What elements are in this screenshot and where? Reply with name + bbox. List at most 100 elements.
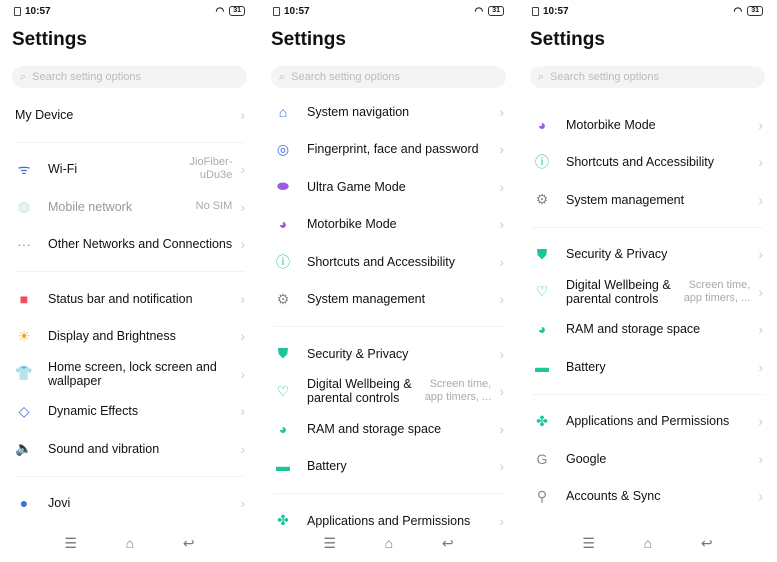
apps-icon: ✤ (536, 412, 548, 429)
wifi-status-icon: ◠ (733, 5, 743, 17)
pie-chart-icon: ◕ (278, 420, 288, 437)
settings-item-ram-and-storage-space[interactable]: ◕ RAM and storage space › (518, 311, 777, 349)
globe-icon: ◍ (17, 198, 31, 215)
item-label: Shortcuts and Accessibility (307, 254, 455, 269)
chevron-right-icon: › (499, 253, 504, 270)
settings-item-dynamic-effects[interactable]: ◇ Dynamic Effects › (0, 393, 259, 431)
diamond-icon: ◇ (18, 402, 30, 419)
item-label: RAM and storage space (566, 322, 701, 337)
status-icons: ◠ 31 (733, 6, 763, 17)
home-button[interactable]: ⌂ (126, 535, 134, 552)
settings-item-system-management[interactable]: ⚙ System management › (259, 281, 518, 319)
item-label: Other Networks and Connections (48, 237, 233, 252)
settings-item-battery[interactable]: ▬ Battery › (259, 448, 518, 486)
settings-item-shortcuts-and-accessibility[interactable]: ⓘ Shortcuts and Accessibility › (518, 144, 777, 182)
settings-item-security-privacy[interactable]: ⛊ Security & Privacy › (518, 236, 777, 274)
settings-item-system-management[interactable]: ⚙ System management › (518, 181, 777, 219)
chevron-right-icon: › (240, 365, 245, 382)
home-button[interactable]: ⌂ (644, 535, 652, 552)
settings-item-status-bar-and-notification[interactable]: ■ Status bar and notification › (0, 280, 259, 318)
settings-item-my-device[interactable]: My Device › (0, 96, 259, 134)
settings-item-ram-and-storage-space[interactable]: ◕ RAM and storage space › (259, 410, 518, 448)
settings-item-shortcuts-and-accessibility[interactable]: ⓘ Shortcuts and Accessibility › (259, 243, 518, 281)
back-button[interactable]: ↩ (701, 535, 713, 552)
battery-level: 31 (747, 6, 763, 16)
settings-item-wi-fi[interactable]: ᯤ Wi-Fi JioFiber-uDu3e › (0, 151, 259, 189)
jovi-icon: ● (19, 495, 29, 512)
chevron-right-icon: › (758, 283, 763, 300)
key-icon: ⚲ (536, 487, 548, 504)
item-value: Screen time, app timers, ... (683, 278, 751, 304)
settings-item-applications-and-permissions[interactable]: ✤ Applications and Permissions › (259, 502, 518, 540)
item-label: Dynamic Effects (48, 404, 139, 419)
chevron-right-icon: › (240, 198, 245, 215)
helmet-icon: ◕ (278, 216, 288, 233)
settings-item-battery[interactable]: ▬ Battery › (518, 348, 777, 386)
home-button[interactable]: ⌂ (385, 535, 393, 552)
settings-item-display-and-brightness[interactable]: ☀ Display and Brightness › (0, 318, 259, 356)
settings-item-other-networks-and-connections[interactable]: ··· Other Networks and Connections › (0, 226, 259, 264)
battery-icon: ▬ (276, 458, 290, 475)
menu-button[interactable]: ☰ (64, 535, 77, 552)
settings-list: ⌂ System navigation › ◎ Fingerprint, face an… (259, 93, 518, 540)
settings-screen-2: 10:57 ◠ 31 Settings ⌕ Search setting options ⌂… (259, 0, 518, 562)
settings-item-system-navigation[interactable]: ⌂ System navigation › (259, 93, 518, 131)
clock: 10:57 (543, 5, 569, 17)
item-label: Fingerprint, face and password (307, 142, 479, 157)
settings-item-accounts-sync[interactable]: ⚲ Accounts & Sync › (518, 478, 777, 516)
settings-item-mobile-network[interactable]: ◍ Mobile network No SIM › (0, 188, 259, 226)
menu-button[interactable]: ☰ (323, 535, 336, 552)
status-bar-icon: ■ (19, 290, 29, 307)
back-button[interactable]: ↩ (183, 535, 195, 552)
settings-item-applications-and-permissions[interactable]: ✤ Applications and Permissions › (518, 403, 777, 441)
item-label: Applications and Permissions (566, 414, 730, 429)
chevron-right-icon: › (758, 358, 763, 375)
sun-icon: ☀ (17, 327, 31, 344)
gear-icon: ⚙ (535, 191, 549, 208)
back-button[interactable]: ↩ (442, 535, 454, 552)
search-input[interactable]: ⌕ Search setting options (530, 66, 765, 88)
settings-item-motorbike-mode[interactable]: ◕ Motorbike Mode › (259, 206, 518, 244)
search-input[interactable]: ⌕ Search setting options (271, 66, 506, 88)
chevron-right-icon: › (499, 420, 504, 437)
item-label: Motorbike Mode (566, 117, 656, 132)
settings-item-sound-and-vibration[interactable]: 🔈 Sound and vibration › (0, 430, 259, 468)
navigation-icon: ⌂ (278, 103, 288, 120)
settings-item-security-privacy[interactable]: ⛊ Security & Privacy › (259, 335, 518, 373)
group-divider (0, 263, 259, 280)
settings-item-jovi[interactable]: ● Jovi › (0, 485, 259, 523)
navigation-bar: ☰ ⌂ ↩ (259, 535, 518, 552)
chevron-right-icon: › (240, 236, 245, 253)
chevron-right-icon: › (240, 290, 245, 307)
google-icon: G (536, 450, 548, 467)
gamepad-icon: ⬬ (277, 178, 289, 195)
helmet-icon: ◕ (537, 116, 547, 133)
settings-item-home-screen-lock-screen-and-wallpaper[interactable]: 👕 Home screen, lock screen and wallpaper › (0, 355, 259, 393)
settings-item-digital-wellbeing-parental-controls[interactable]: ♡ Digital Wellbeing & parental controls Sc… (259, 373, 518, 411)
chevron-right-icon: › (758, 321, 763, 338)
settings-item-google[interactable]: G Google › (518, 440, 777, 478)
status-icons: ◠ 31 (474, 6, 504, 17)
menu-button[interactable]: ☰ (582, 535, 595, 552)
navigation-bar: ☰ ⌂ ↩ (0, 535, 259, 552)
fingerprint-icon: ◎ (276, 140, 290, 157)
item-label: Security & Privacy (307, 346, 409, 361)
search-icon: ⌕ (20, 70, 27, 83)
settings-item-fingerprint-face-and-password[interactable]: ◎ Fingerprint, face and password › (259, 131, 518, 169)
page-title: Settings (12, 29, 87, 50)
item-label: Ultra Game Mode (307, 179, 406, 194)
search-input[interactable]: ⌕ Search setting options (12, 66, 247, 88)
chevron-right-icon: › (240, 106, 245, 123)
chevron-right-icon: › (499, 458, 504, 475)
battery-icon: ▬ (535, 358, 549, 375)
item-value: Screen time, app timers, ... (424, 378, 492, 404)
chevron-right-icon: › (240, 161, 245, 178)
settings-item-ultra-game-mode[interactable]: ⬬ Ultra Game Mode › (259, 168, 518, 206)
settings-item-digital-wellbeing-parental-controls[interactable]: ♡ Digital Wellbeing & parental controls Sc… (518, 273, 777, 311)
settings-screen-3: 10:57 ◠ 31 Settings ⌕ Search setting options ◕… (518, 0, 777, 562)
item-label: System management (307, 292, 426, 307)
group-divider (259, 485, 518, 502)
gear-icon: ⚙ (276, 290, 290, 307)
navigation-bar: ☰ ⌂ ↩ (518, 535, 777, 552)
settings-item-motorbike-mode[interactable]: ◕ Motorbike Mode › (518, 106, 777, 144)
